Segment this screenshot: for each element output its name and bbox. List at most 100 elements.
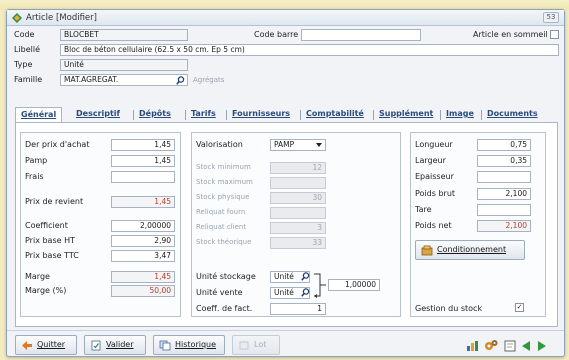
poids-net-label: Poids net [415,221,452,230]
barcode-field[interactable] [301,29,421,41]
famille-hint: Agrégats [193,76,225,84]
check-icon: ✓ [516,303,523,311]
chevron-down-icon [316,143,322,147]
gears-icon[interactable] [484,339,498,352]
conditionnement-button[interactable]: Conditionnement [415,240,525,260]
prix-ht-label: Prix base HT [25,236,75,245]
prix-revient-label: Prix de revient [25,197,84,206]
pamp-label: Pamp [25,156,48,165]
sommeil-checkbox[interactable] [550,30,559,39]
coefficient-label: Coefficient [25,221,68,230]
unite-stockage-value: Unité [274,272,294,281]
coef-fact-label: Coeff. de fact. [196,304,253,313]
prix-ttc-label: Prix base TTC [25,251,79,260]
tab-general[interactable]: Général [15,107,63,122]
gestion-stock-label: Gestion du stock [415,304,483,313]
code-field[interactable]: BLOCBET [60,29,188,41]
title-bar[interactable]: Article [Modifier] 53 [7,10,564,26]
lot-label: Lot [254,340,267,349]
frais-field[interactable] [111,171,175,183]
stock-max-field [270,177,326,189]
coefficient-field[interactable]: 2,00000 [111,220,175,232]
unite-vente-value: Unité [274,288,294,297]
search-icon[interactable] [301,272,310,281]
tare-field[interactable] [477,204,531,216]
close-button[interactable]: 53 [543,12,559,23]
epaisseur-label: Epaisseur [415,172,454,181]
search-icon[interactable] [301,288,310,297]
stock-min-field: 12 [270,162,326,174]
pamp-field[interactable]: 1,45 [111,155,175,167]
tab-comptabilite[interactable]: Comptabilité [301,107,369,122]
marge-label: Marge [25,272,50,281]
stock-max-label: Stock maximum [196,178,253,186]
poids-net-field: 2,100 [477,220,531,232]
longueur-label: Longueur [415,140,453,149]
der-prix-label: Der prix d'achat [25,140,90,149]
valorisation-select[interactable]: PAMP [270,139,326,151]
valider-button[interactable]: Valider [84,335,146,355]
tab-descriptif[interactable]: Descriptif [71,107,125,122]
stock-min-label: Stock minimum [196,163,251,171]
quitter-button[interactable]: Quitter [15,335,77,355]
tab-image[interactable]: Image [441,107,479,122]
stock-phys-field: 30 [270,192,326,204]
note-icon[interactable] [504,340,516,352]
epaisseur-field[interactable] [477,171,531,183]
frais-label: Frais [25,172,44,181]
next-arrow-icon[interactable] [537,341,547,351]
poids-brut-label: Poids brut [415,189,456,198]
der-prix-field[interactable]: 1,45 [111,139,175,151]
reliquat-client-label: Reliquat client [196,223,247,231]
prix-ht-field[interactable]: 2,90 [111,235,175,247]
valider-label: Valider [106,340,134,349]
valorisation-value: PAMP [274,140,295,149]
largeur-field[interactable]: 0,35 [477,155,531,167]
chart-icon[interactable] [466,340,479,352]
history-icon [159,340,171,351]
package-icon [421,245,433,256]
type-label: Type [14,60,33,69]
search-icon[interactable] [176,76,185,85]
conversion-ratio-field[interactable]: 1,00000 [328,279,380,291]
tab-supplement[interactable]: Supplément [374,107,438,122]
article-icon [12,13,22,23]
stock-theo-field: 33 [270,237,326,249]
document-check-icon [91,340,101,351]
tare-label: Tare [415,205,432,214]
type-field[interactable]: Unité [60,59,188,71]
barcode-label: Code barre [254,30,299,39]
famille-value: MAT.AGREGAT. [64,75,119,84]
dimensions-group: Longueur 0,75 Largeur 0,35 Epaisseur Poi… [410,132,546,317]
prix-revient-field: 1,45 [111,196,175,208]
unite-stockage-label: Unité stockage [196,272,256,281]
prices-group: Der prix d'achat 1,45 Pamp 1,45 Frais Pr… [20,132,181,317]
conversion-arrows-icon [314,273,326,298]
stock-phys-label: Stock physique [196,193,250,201]
reliquat-fourn-field [270,207,326,219]
tab-depots[interactable]: Dépôts [134,107,176,122]
reliquat-fourn-label: Reliquat fourn [196,208,246,216]
longueur-field[interactable]: 0,75 [477,139,531,151]
conditionnement-label: Conditionnement [437,245,507,254]
tab-fournisseurs[interactable]: Fournisseurs [227,107,295,122]
general-panel: Der prix d'achat 1,45 Pamp 1,45 Frais Pr… [15,122,558,327]
historique-label: Historique [175,340,217,349]
coef-fact-field[interactable]: 1 [270,303,326,315]
prix-ttc-field[interactable]: 3,47 [111,250,175,262]
poids-brut-field[interactable]: 2,100 [477,188,531,200]
unite-vente-label: Unité vente [196,288,243,297]
tab-tarifs[interactable]: Tarifs [186,107,221,122]
famille-label: Famille [14,75,43,84]
gestion-stock-checkbox[interactable]: ✓ [515,303,524,312]
libelle-field[interactable]: Bloc de béton cellulaire (62.5 x 50 cm. … [60,44,559,56]
historique-button[interactable]: Historique [153,335,225,355]
previous-arrow-icon[interactable] [521,341,531,351]
lot-button[interactable]: Lot [232,335,280,355]
famille-field[interactable]: MAT.AGREGAT. [60,74,188,86]
stock-group: Valorisation PAMP Stock minimum 12 Stock… [191,132,401,317]
marge-pct-field: 50,00 [111,285,175,297]
tab-documents[interactable]: Documents [482,107,543,122]
code-label: Code [14,30,35,39]
valorisation-label: Valorisation [196,140,243,149]
